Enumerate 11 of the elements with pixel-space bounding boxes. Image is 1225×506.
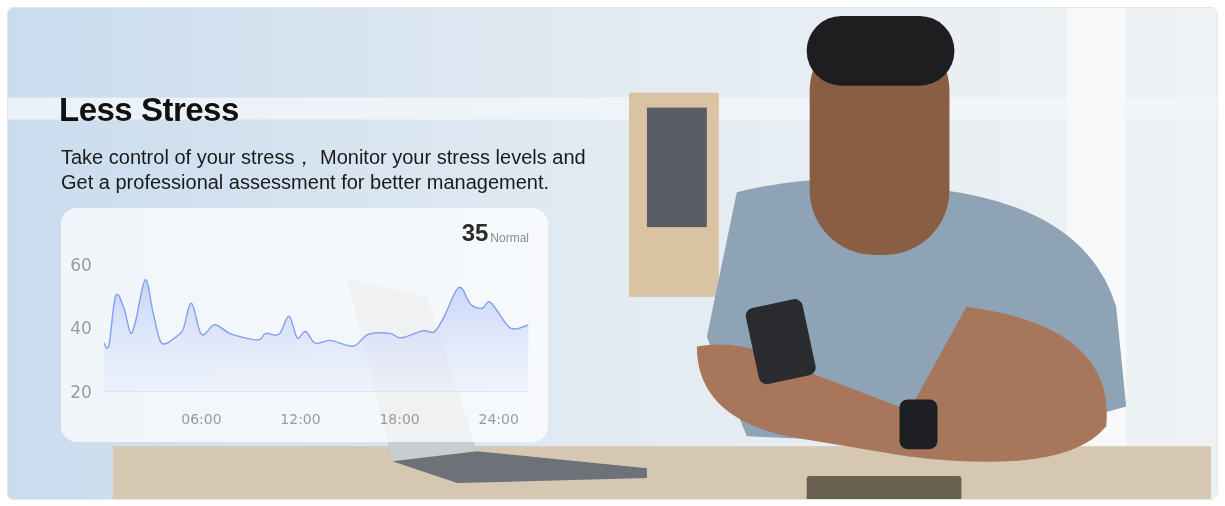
y-axis-label: 60	[70, 254, 92, 275]
stress-status: Normal	[490, 230, 529, 246]
x-axis-label: 06:00	[181, 411, 222, 427]
y-axis-label: 20	[70, 381, 92, 402]
stress-value: 35	[461, 220, 489, 246]
x-axis-label: 12:00	[280, 411, 321, 427]
x-axis-label: 24:00	[478, 411, 519, 427]
banner-title: Less Stress	[59, 90, 240, 130]
y-axis-label: 40	[70, 318, 92, 338]
banner-description: Take control of your stress， Monitor your stress levels and Get a professional assessment for better management.	[61, 145, 587, 195]
x-axis-label: 18:00	[379, 411, 420, 427]
